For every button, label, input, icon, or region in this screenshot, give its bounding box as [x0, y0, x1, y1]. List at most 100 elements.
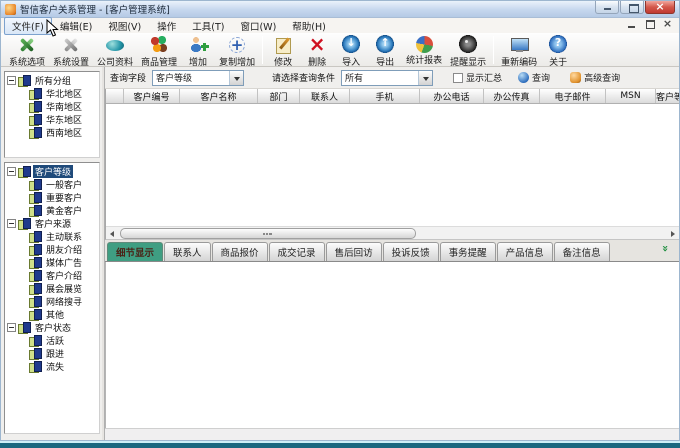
grid-column-header[interactable]: 电子邮件 [540, 89, 606, 103]
toolbar-button[interactable]: 修改 [266, 34, 300, 69]
tree-item[interactable]: 客户等级 [7, 165, 99, 178]
advanced-query-button[interactable]: 高级查询 [566, 70, 624, 85]
toolbar-button[interactable]: 统计报表 [402, 34, 446, 67]
grid-column-header[interactable]: 客户等级 [656, 89, 679, 103]
mdi-minimize-button[interactable] [625, 18, 638, 30]
tree-item[interactable]: 流失 [7, 360, 99, 373]
detail-tab[interactable]: 成交记录 [269, 242, 325, 261]
menu-item[interactable]: 窗口(W) [232, 17, 284, 35]
menu-item[interactable]: 视图(V) [100, 17, 149, 35]
scrollbar-track[interactable] [118, 228, 667, 239]
grid-column-header[interactable]: MSN [606, 89, 656, 103]
left-panel: 所有分组 华北地区 华南地区 华东地区 [1, 67, 102, 440]
toolbar-button[interactable]: 关于 [541, 34, 575, 69]
tree-item[interactable]: 一般客户 [7, 178, 99, 191]
tree-item[interactable]: 西南地区 [7, 126, 99, 139]
toolbar-button[interactable]: 删除 [300, 34, 334, 69]
toolbar-button[interactable]: 导出 [368, 34, 402, 69]
tree-item[interactable]: 所有分组 [7, 74, 99, 87]
tree-item[interactable]: 客户来源 [7, 217, 99, 230]
tree-item[interactable]: 跟进 [7, 347, 99, 360]
tree-item[interactable]: 主动联系 [7, 230, 99, 243]
menu-item[interactable]: 工具(T) [184, 17, 232, 35]
scroll-right-icon[interactable] [667, 228, 679, 239]
folder-icon [18, 166, 31, 177]
chevron-down-icon[interactable] [418, 71, 432, 85]
expand-arrows-icon[interactable]: » [659, 245, 672, 252]
tree-item[interactable]: 客户介绍 [7, 269, 99, 282]
detail-tab[interactable]: 联系人 [164, 242, 211, 261]
folder-icon [29, 179, 42, 190]
desktop-taskbar-edge [0, 441, 680, 448]
tree-item[interactable]: 华南地区 [7, 100, 99, 113]
chevron-down-icon[interactable] [229, 71, 243, 85]
menu-item[interactable]: 文件(F) [4, 17, 52, 35]
toolbar-button[interactable]: 系统设置 [49, 34, 93, 69]
mdi-restore-button[interactable] [643, 18, 656, 30]
query-condition-label: 请选择查询条件 [272, 71, 335, 84]
toolbar-button[interactable]: 增加 [181, 34, 215, 69]
toolbar-button[interactable]: 公司资料 [93, 34, 137, 69]
grid-column-header[interactable]: 办公传真 [484, 89, 540, 103]
detail-tab[interactable]: 事务提醒 [440, 242, 496, 261]
toolbar-button[interactable]: 商品管理 [137, 34, 181, 69]
grid-column-header[interactable]: 部门 [258, 89, 300, 103]
query-button[interactable]: 查询 [514, 70, 554, 85]
tree-item-label: 一般客户 [44, 178, 84, 191]
tree-expander-icon[interactable] [7, 323, 16, 332]
detail-tab[interactable]: 投诉反馈 [383, 242, 439, 261]
detail-tab[interactable]: 售后回访 [326, 242, 382, 261]
folder-icon [29, 335, 42, 346]
detail-tab[interactable]: 备注信息 [554, 242, 610, 261]
toolbar-button[interactable]: 重新编码 [497, 34, 541, 69]
tree-item[interactable]: 华东地区 [7, 113, 99, 126]
menu-item-label: 操作 [157, 22, 176, 33]
minimize-button[interactable] [595, 1, 619, 14]
grid-column-header[interactable]: 联系人 [300, 89, 350, 103]
detail-tab[interactable]: 商品报价 [212, 242, 268, 261]
menu-item[interactable]: 编辑(E) [52, 17, 100, 35]
maximize-button[interactable] [620, 1, 644, 14]
detail-tab-label: 备注信息 [563, 248, 601, 259]
tree-item[interactable]: 媒体广告 [7, 256, 99, 269]
tree-expander-icon[interactable] [7, 167, 16, 176]
tree-item[interactable]: 客户状态 [7, 321, 99, 334]
close-button[interactable] [645, 1, 675, 14]
tree-item[interactable]: 网络搜寻 [7, 295, 99, 308]
horizontal-scrollbar[interactable] [106, 226, 679, 239]
tree-item[interactable]: 展会展览 [7, 282, 99, 295]
toolbar-button[interactable]: 复制增加 [215, 34, 259, 69]
tree-item[interactable]: 朋友介绍 [7, 243, 99, 256]
toolbar-button[interactable]: 导入 [334, 34, 368, 69]
detail-tab-label: 事务提醒 [449, 248, 487, 259]
menu-item[interactable]: 操作 [149, 17, 184, 35]
toolbar-button[interactable]: 系统选项 [5, 34, 49, 69]
tree-item[interactable]: 活跃 [7, 334, 99, 347]
grid-column-header[interactable]: 客户名称 [180, 89, 258, 103]
menu-item-label: 编辑(E) [60, 22, 92, 33]
scrollbar-thumb[interactable] [120, 228, 416, 239]
window-title: 智信客户关系管理 - [客户管理系统] [20, 2, 170, 16]
grid-column-header[interactable]: 办公电话 [420, 89, 484, 103]
grid-body[interactable] [106, 104, 679, 226]
detail-tab[interactable]: 产品信息 [497, 242, 553, 261]
tree-expander-icon[interactable] [7, 219, 16, 228]
query-condition-select[interactable]: 所有 [341, 70, 433, 86]
tree-item[interactable]: 其他 [7, 308, 99, 321]
show-summary-checkbox[interactable] [453, 73, 463, 83]
export-icon [374, 35, 396, 55]
tree-item[interactable]: 重要客户 [7, 191, 99, 204]
tree-expander-icon[interactable] [7, 76, 16, 85]
tree-item-label: 其他 [44, 308, 66, 321]
detail-tab[interactable]: 细节显示 [107, 242, 163, 261]
grid-column-header[interactable] [106, 89, 124, 103]
grid-column-header[interactable]: 客户编号 [124, 89, 180, 103]
tree-item[interactable]: 黄金客户 [7, 204, 99, 217]
grid-column-header[interactable]: 手机 [350, 89, 420, 103]
tree-item[interactable]: 华北地区 [7, 87, 99, 100]
folder-icon [29, 101, 42, 112]
toolbar-button[interactable]: 提醒显示 [446, 34, 490, 69]
mdi-close-button[interactable] [661, 18, 674, 30]
query-field-select[interactable]: 客户等级 [152, 70, 244, 86]
scroll-left-icon[interactable] [106, 228, 118, 239]
